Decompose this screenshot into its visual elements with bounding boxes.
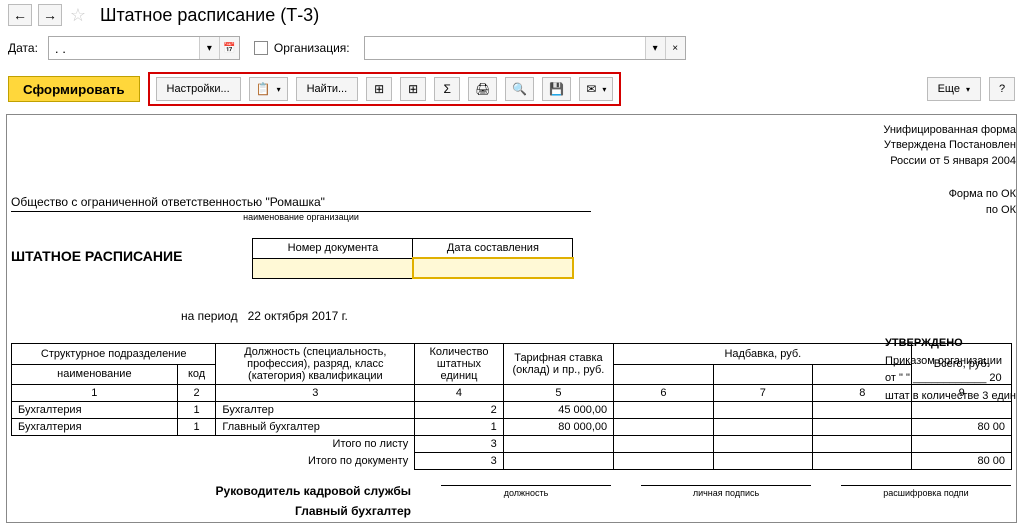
th-bonus-1 (614, 364, 713, 385)
collapse-icon: ⊞ (408, 82, 418, 96)
help-button[interactable]: ? (989, 77, 1015, 101)
th-qty: Количество штатных единиц (415, 344, 503, 385)
sign-fullname: расшифровка подпи (841, 485, 1011, 498)
sign-position: должность (441, 485, 611, 498)
preview-button[interactable]: 🔍 (505, 77, 534, 101)
nav-forward-button[interactable]: → (38, 4, 62, 26)
page-title: Штатное расписание (Т-3) (94, 5, 319, 26)
totals-doc: Итого по документу 3 80 00 (12, 453, 1012, 470)
totals-sheet: Итого по листу 3 (12, 436, 1012, 453)
approved-title: УТВЕРЖДЕНО (885, 335, 1016, 353)
settings-button[interactable]: Настройки... (156, 77, 241, 101)
organization-name: Общество с ограниченной ответственностью… (11, 195, 1012, 209)
org-input[interactable]: ▾ × (364, 36, 686, 60)
date-dropdown-icon[interactable]: ▾ (199, 37, 219, 59)
hr-head-label: Руководитель кадровой службы (11, 484, 411, 498)
approved-line1: Приказом организации (885, 353, 1016, 371)
approved-line2: от " " ____________ 20 (885, 370, 1016, 388)
org-clear-icon[interactable]: × (665, 37, 685, 59)
nav-back-button[interactable]: ← (8, 4, 32, 26)
mail-icon: ✉ (586, 82, 596, 96)
hdr-docdate: Дата составления (413, 239, 573, 259)
sign-signature: личная подпись (641, 485, 811, 498)
chief-acc-label: Главный бухгалтер (11, 504, 411, 518)
form-button[interactable]: Сформировать (8, 76, 140, 102)
approved-line3: штат в количестве 3 един (885, 388, 1016, 406)
org-label: Организация: (274, 41, 350, 55)
expand-icon: ⊞ (374, 82, 384, 96)
report-area: Унифицированная форма Утверждена Постано… (6, 114, 1017, 523)
document-title: ШТАТНОЕ РАСПИСАНИЕ (11, 238, 182, 264)
period-label: на период (181, 309, 238, 323)
date-input[interactable]: ▾ 📅 (48, 36, 240, 60)
print-button[interactable]: 🖨 (468, 77, 497, 101)
org-dropdown-icon[interactable]: ▾ (645, 37, 665, 59)
copy-icon: 📋 (256, 82, 271, 96)
colnum-row: 1 2 3 4 5 6 7 8 9 (12, 385, 1012, 402)
docnum-cell[interactable] (253, 258, 413, 278)
table-row: Бухгалтерия 1 Главный бухгалтер 1 80 000… (12, 419, 1012, 436)
table-row: Бухгалтерия 1 Бухгалтер 2 45 000,00 (12, 402, 1012, 419)
org-field[interactable] (365, 37, 645, 59)
highlighted-toolbar: Настройки... 📋▾ Найти... ⊞ ⊞ Σ 🖨 🔍 💾 ✉▾ (148, 72, 622, 106)
form-header-1: Унифицированная форма (883, 123, 1016, 138)
print-icon: 🖨 (475, 82, 490, 96)
organization-caption: наименование организации (11, 211, 591, 222)
th-bonus-2 (713, 364, 812, 385)
preview-icon: 🔍 (512, 82, 527, 96)
forma-okud: Форма по ОК (883, 187, 1016, 202)
sigma-icon: Σ (443, 82, 450, 96)
th-rate: Тарифная ставка (оклад) и пр., руб. (503, 344, 613, 385)
staff-table: Структурное подразделение Должность (спе… (11, 343, 1012, 470)
copy-button[interactable]: 📋▾ (249, 77, 288, 101)
date-label: Дата: (8, 41, 38, 55)
th-position: Должность (специальность, профессия), ра… (216, 344, 415, 385)
org-checkbox[interactable] (254, 41, 268, 55)
save-button[interactable]: 💾 (542, 77, 571, 101)
date-calendar-icon[interactable]: 📅 (219, 37, 239, 59)
po-okpo: по ОК (883, 203, 1016, 218)
th-subunit: Структурное подразделение (12, 344, 216, 365)
collapse-groups-button[interactable]: ⊞ (400, 77, 426, 101)
date-field[interactable] (49, 37, 199, 59)
th-bonus: Надбавка, руб. (614, 344, 912, 365)
th-sub-name: наименование (12, 364, 178, 385)
docdate-cell[interactable] (413, 258, 573, 278)
sum-button[interactable]: Σ (434, 77, 460, 101)
expand-groups-button[interactable]: ⊞ (366, 77, 392, 101)
more-button[interactable]: Еще▾ (927, 77, 981, 101)
form-header-3: России от 5 января 2004 (883, 154, 1016, 169)
form-codes-block: Унифицированная форма Утверждена Постано… (883, 123, 1016, 218)
hdr-docnum: Номер документа (253, 239, 413, 259)
approved-block: УТВЕРЖДЕНО Приказом организации от " " _… (885, 335, 1016, 405)
th-sub-code: код (177, 364, 216, 385)
favorite-star-icon[interactable]: ☆ (68, 5, 88, 25)
find-button[interactable]: Найти... (296, 77, 359, 101)
mail-button[interactable]: ✉▾ (579, 77, 613, 101)
period-value: 22 октября 2017 г. (248, 309, 348, 323)
save-icon: 💾 (549, 82, 564, 96)
doc-header-table: Номер документа Дата составления (252, 238, 574, 279)
form-header-2: Утверждена Постановлен (883, 138, 1016, 153)
